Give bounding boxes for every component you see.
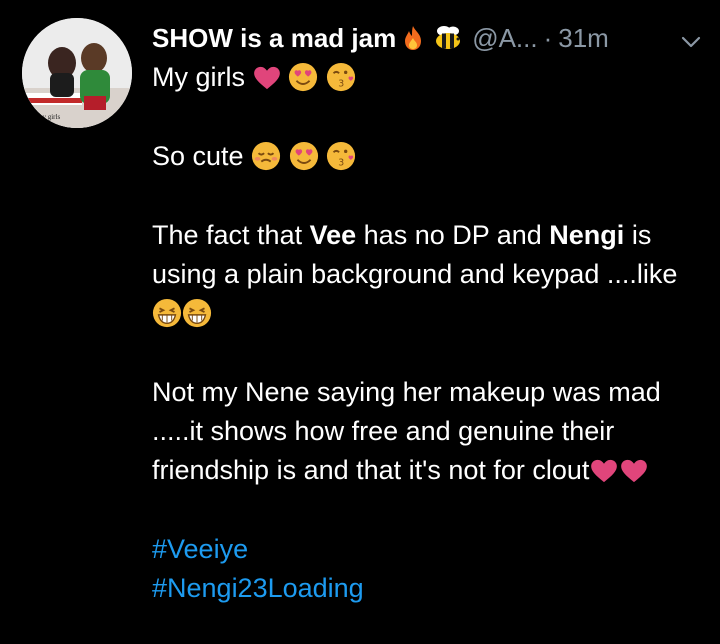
heart-icon [589, 459, 619, 483]
avatar[interactable]: My Fav girls [22, 18, 132, 128]
separator-dot: · [543, 22, 553, 53]
tweet-line-2: So cute [152, 137, 702, 176]
tweet-paragraph-4: Not my Nene saying her makeup was mad ..… [152, 373, 702, 490]
kissing-icon [326, 141, 356, 171]
hashtag-veeiye[interactable]: #Veeiye [152, 530, 702, 569]
hashtag-nengi23loading[interactable]: #Nengi23Loading [152, 569, 702, 608]
tweet-time[interactable]: 31m [558, 23, 609, 54]
author-handle[interactable]: @A... [472, 23, 537, 54]
heart-icon [619, 459, 649, 483]
heart-eyes-icon [288, 62, 318, 92]
mention-vee: Vee [309, 220, 357, 250]
tweet-paragraph-3: The fact that Vee has no DP and Nengi is… [152, 216, 702, 333]
bee-icon [432, 25, 464, 51]
author-name[interactable]: SHOW is a mad jam [152, 23, 396, 54]
kissing-icon [326, 62, 356, 92]
grinning-icon [182, 298, 212, 328]
tweet-header: SHOW is a mad jam @A... · 31m [152, 20, 704, 56]
avatar-image [22, 18, 132, 128]
heart-eyes-icon [289, 141, 319, 171]
chevron-down-icon[interactable] [678, 28, 704, 48]
heart-icon [253, 66, 281, 90]
fire-icon [402, 25, 424, 51]
tweet-line-1: My girls [152, 58, 702, 97]
tweet-body: My girls So cute The fact that Vee has n… [152, 58, 702, 608]
shy-face-icon [251, 141, 281, 171]
grinning-icon [152, 298, 182, 328]
tweet-text-1: My girls [152, 62, 245, 92]
avatar-caption: My Fav girls [24, 113, 61, 121]
tweet-text-3c: has no DP and [356, 220, 550, 250]
tweet-text-3a: The fact that [152, 220, 310, 250]
tweet-text-2: So cute [152, 141, 244, 171]
mention-nengi: Nengi [549, 220, 625, 250]
tweet-text-4: Not my Nene saying her makeup was mad ..… [152, 377, 661, 485]
